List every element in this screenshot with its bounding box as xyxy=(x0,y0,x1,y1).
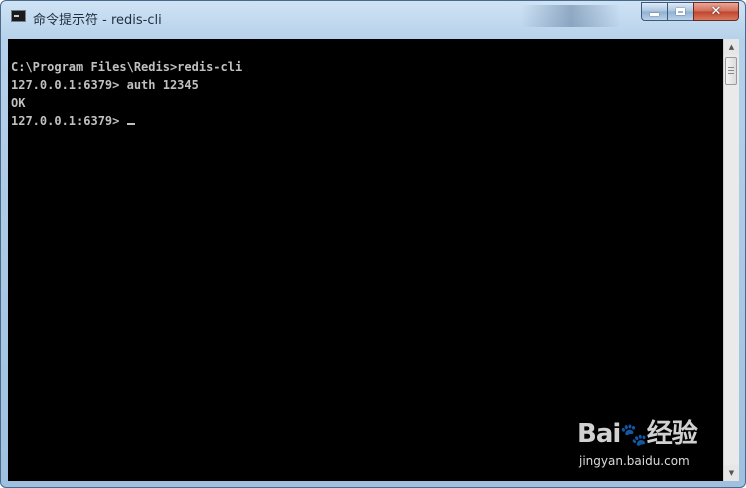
watermark-url: jingyan.baidu.com xyxy=(579,454,690,468)
scroll-up-icon: ▲ xyxy=(728,43,735,51)
title-bar-glass xyxy=(521,5,621,27)
console-prompt-line: 127.0.0.1:6379> xyxy=(11,112,242,130)
scroll-down-button[interactable]: ▼ xyxy=(724,465,739,481)
watermark-logo-prefix: Bai xyxy=(577,419,621,449)
console-app-icon[interactable] xyxy=(11,10,26,22)
paw-icon: 🐾 xyxy=(620,423,647,448)
window-title: 命令提示符 - redis-cli xyxy=(33,13,162,28)
caption-buttons: ✕ xyxy=(641,2,739,22)
close-icon: ✕ xyxy=(710,4,722,19)
scroll-thumb[interactable] xyxy=(725,57,737,85)
maximize-icon xyxy=(676,8,685,15)
minimize-button[interactable] xyxy=(641,2,667,21)
baidu-jingyan-watermark: Bai🐾经验 jingyan.baidu.com xyxy=(571,409,721,479)
watermark-logo: Bai🐾经验 xyxy=(577,413,698,450)
scroll-down-icon: ▼ xyxy=(728,469,735,477)
minimize-icon xyxy=(650,13,659,16)
title-bar[interactable]: 命令提示符 - redis-cli ✕ xyxy=(1,1,745,33)
console-line: C:\Program Files\Redis>redis-cli xyxy=(11,60,243,74)
console-line: 127.0.0.1:6379> auth 12345 xyxy=(11,78,199,92)
cmd-window: 命令提示符 - redis-cli ✕ C:\Program Files\Red… xyxy=(0,0,746,488)
scroll-up-button[interactable]: ▲ xyxy=(724,39,739,55)
text-cursor xyxy=(126,123,135,125)
maximize-button[interactable] xyxy=(667,2,693,21)
vertical-scrollbar[interactable]: ▲ ▼ xyxy=(723,39,739,481)
close-button[interactable]: ✕ xyxy=(693,2,739,21)
console-line: OK xyxy=(11,96,26,110)
console-text: C:\Program Files\Redis>redis-cli 127.0.0.… xyxy=(11,58,242,130)
watermark-logo-suffix: 经验 xyxy=(646,419,698,449)
console-prompt: 127.0.0.1:6379> xyxy=(11,114,127,128)
